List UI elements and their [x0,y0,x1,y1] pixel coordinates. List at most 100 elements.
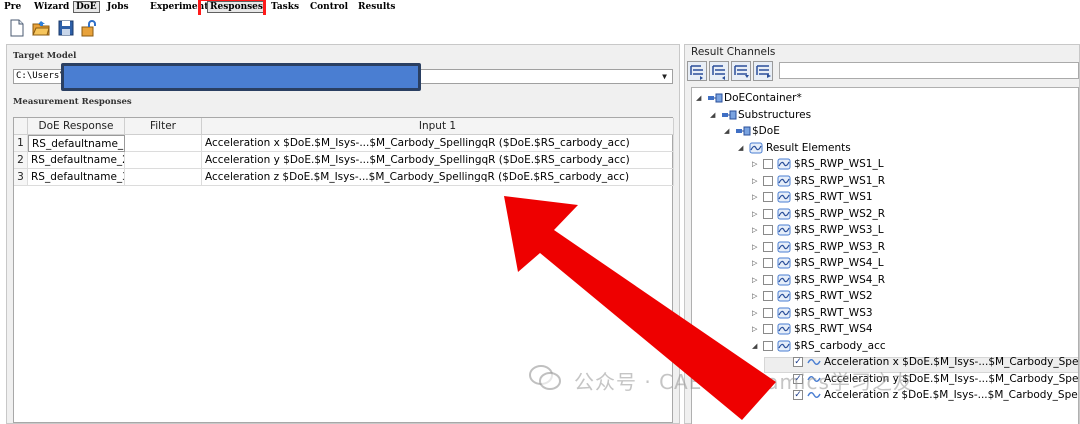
tree-node-checkbox[interactable] [763,225,773,235]
collapsed-triangle-icon[interactable]: ▷ [752,288,760,304]
column-header-input-1[interactable]: Input 1 [202,118,674,135]
tree-node-label: Result Elements [766,141,851,154]
tree-collapse-icon[interactable] [709,61,729,81]
tree-node-label: $RS_RWP_WS4_R [794,273,885,286]
tree-node-checkbox[interactable] [763,307,773,318]
tree-node-label: $RS_RWP_WS4_L [794,257,884,269]
tree-node-label: $RS_carbody_acc [794,339,886,352]
tree-node-checkbox[interactable] [763,241,773,252]
target-model-label: Target Model [13,51,77,61]
tree-node-label: $RS_RWP_WS3_R [794,240,885,253]
tree-node[interactable]: ▷ $RS_RWP_WS4_L [692,255,1078,271]
tree-node[interactable]: ▷ $RS_RWP_WS2_R [692,206,1078,222]
tree-node[interactable]: ▷ $RS_RWT_WS2 [692,288,1078,304]
menu-control[interactable]: Control [308,1,350,13]
column-header-filter[interactable]: Filter [125,118,202,135]
tree-node[interactable]: ▷ $RS_RWP_WS1_L [692,156,1078,172]
collapsed-triangle-icon[interactable]: ▷ [752,255,760,271]
tree-filter-icon[interactable] [731,61,751,81]
collapsed-triangle-icon[interactable]: ▷ [752,206,760,222]
tree-node[interactable]: ▷ $RS_RWP_WS3_R [692,239,1078,255]
result-channel-search-input[interactable] [779,62,1079,79]
tree-node-label: $RS_RWP_WS2_R [794,207,885,220]
table-cell-filter[interactable] [125,135,202,152]
tree-node-checkbox[interactable] [763,159,773,169]
tree-node-checkbox[interactable] [763,291,773,301]
table-cell-filter[interactable] [125,152,202,169]
tree-node-label: $DoE [752,125,780,137]
collapsed-triangle-icon[interactable]: ▷ [752,222,760,238]
expanded-triangle-icon[interactable]: ◢ [710,107,718,123]
tree-node-label: $RS_RWP_WS1_R [794,174,885,187]
wechat-logo-icon [528,364,562,392]
collapsed-triangle-icon[interactable]: ▷ [752,239,760,255]
table-cell-filter[interactable] [125,169,202,186]
menu-jobs[interactable]: Jobs [105,1,131,13]
tree-node-label: Substructures [738,108,812,121]
tree-node[interactable]: ◢ Result Elements [692,140,1078,156]
result-channels-title: Result Channels [691,46,776,58]
column-header-doe-response[interactable]: DoE Response [28,118,125,135]
expanded-triangle-icon[interactable]: ◢ [696,90,704,106]
table-cell-response-name[interactable]: RS_defaultname_2 [28,152,125,169]
expanded-triangle-icon[interactable]: ◢ [738,140,746,156]
menu-results[interactable]: Results [356,1,397,13]
save-icon[interactable] [57,19,75,37]
expanded-triangle-icon[interactable]: ◢ [752,338,760,354]
table-cell-input[interactable]: Acceleration z $DoE.$M_Isys-...$M_Carbod… [202,169,674,186]
tree-node[interactable]: ◢ Substructures [692,107,1078,123]
menu-pre[interactable]: Pre [2,1,23,13]
watermark-text: 公众号 · CAE与Dynamics学习之友 [574,370,914,394]
tree-node-checkbox[interactable] [763,324,773,334]
menu-tasks[interactable]: Tasks [269,1,301,13]
tree-node[interactable]: ▷ $RS_RWP_WS1_R [692,173,1078,189]
tree-node[interactable]: ▷ $RS_RWP_WS3_L [692,222,1078,238]
collapsed-triangle-icon[interactable]: ▷ [752,321,760,337]
tree-node-label: $RS_RWT_WS1 [794,191,873,203]
chevron-down-icon[interactable]: ▼ [659,71,670,82]
tree-node-checkbox[interactable] [763,274,773,285]
tree-node-checkbox[interactable] [763,192,773,202]
collapsed-triangle-icon[interactable]: ▷ [752,272,760,288]
collapsed-triangle-icon[interactable]: ▷ [752,189,760,205]
row-number: 1 [14,135,28,152]
tree-node-label: $RS_RWT_WS2 [794,290,873,302]
redaction-box [61,63,421,91]
tree-node[interactable]: ▷ $RS_RWP_WS4_R [692,272,1078,288]
row-number: 3 [14,169,28,186]
row-number-header [14,118,28,135]
tree-node-label: $RS_RWP_WS3_L [794,224,884,236]
collapsed-triangle-icon[interactable]: ▷ [752,156,760,172]
tree-node[interactable]: ◢ $DoE [692,123,1078,139]
table-cell-response-name[interactable]: RS_defaultname_3 [28,169,125,186]
menu-wizard[interactable]: Wizard [32,1,71,13]
tree-node[interactable]: ◢ DoEContainer* [692,90,1078,106]
tree-node-checkbox[interactable] [763,340,773,351]
table-cell-input[interactable]: Acceleration x $DoE.$M_Isys-...$M_Carbod… [202,135,674,152]
tree-node-label: $RS_RWP_WS1_L [794,158,884,170]
collapsed-triangle-icon[interactable]: ▷ [752,173,760,189]
tree-node-label: $RS_RWT_WS4 [794,323,873,335]
open-folder-icon[interactable] [32,19,50,37]
tree-node[interactable]: ◢ $RS_carbody_acc [692,338,1078,354]
table-cell-response-name[interactable]: RS_defaultname_1 [28,135,125,152]
target-model-value: C:\Users\ [16,71,65,81]
tree-sort-icon[interactable] [753,61,773,81]
expanded-triangle-icon[interactable]: ◢ [724,123,732,139]
tree-node-checkbox[interactable] [763,208,773,219]
measurement-responses-label: Measurement Responses [13,97,132,107]
tree-node[interactable]: ▷ $RS_RWT_WS4 [692,321,1078,337]
menu-bar: Pre Wizard DoE Jobs Experiment Responses… [0,0,1080,20]
new-file-icon[interactable] [8,19,26,37]
tree-node[interactable]: ▷ $RS_RWT_WS1 [692,189,1078,205]
tree-node-checkbox[interactable] [763,175,773,186]
table-cell-input[interactable]: Acceleration y $DoE.$M_Isys-...$M_Carbod… [202,152,674,169]
menu-doe[interactable]: DoE [73,1,100,13]
row-number: 2 [14,152,28,169]
collapsed-triangle-icon[interactable]: ▷ [752,305,760,321]
unlock-icon[interactable] [80,19,98,37]
tree-expand-icon[interactable] [687,61,707,81]
tree-node[interactable]: ▷ $RS_RWT_WS3 [692,305,1078,321]
tree-node-label: $RS_RWT_WS3 [794,306,873,319]
tree-node-checkbox[interactable] [763,258,773,268]
